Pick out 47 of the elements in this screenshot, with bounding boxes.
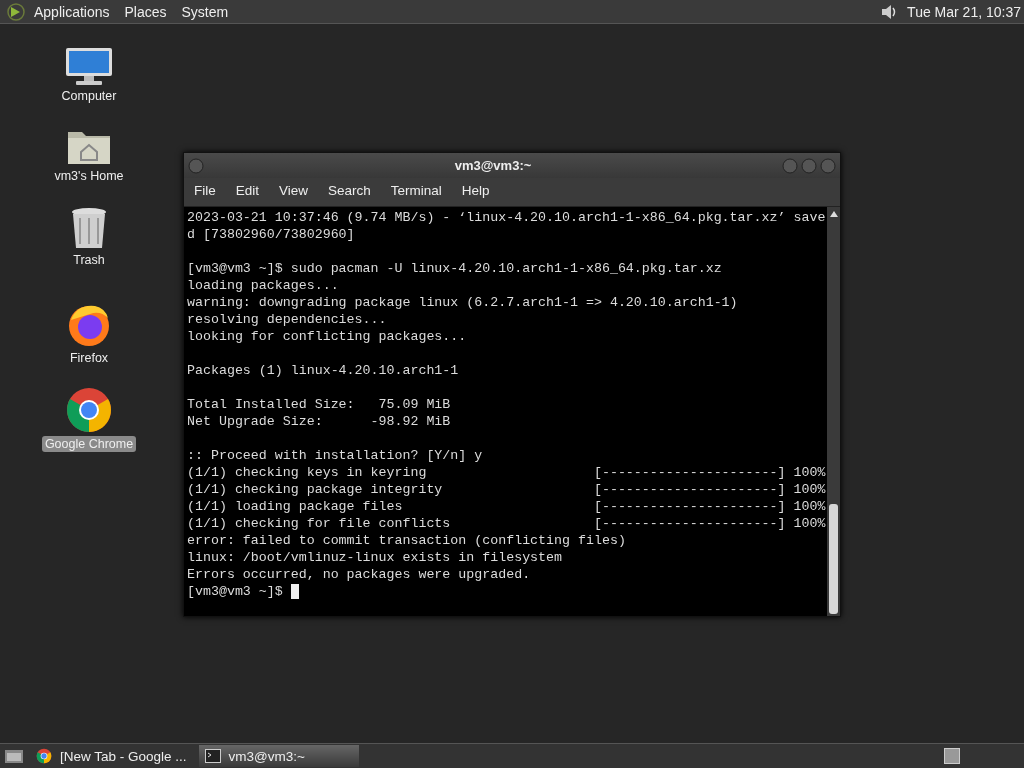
terminal-line: Errors occurred, no packages were upgraded.	[187, 566, 531, 583]
desktop-icon-label[interactable]: Computer	[58, 88, 120, 104]
browser-circle-icon[interactable]	[65, 386, 113, 434]
terminal-line: Packages (1) linux-4.20.10.arch1-1	[187, 362, 459, 379]
terminal-line: linux: /boot/vmlinuz-linux exists in filesystem	[187, 549, 563, 566]
terminal-line: [vm3@vm3 ~]$ sudo pacman -U linux-4.20.10.arch1-1-x86_64.pkg.tar.xz	[187, 260, 722, 277]
monitor-icon[interactable]	[64, 46, 114, 86]
scroll-up-icon[interactable]	[828, 210, 839, 218]
terminal-line: (1/1) checking keys in keyring [----------------------] 100%	[187, 464, 826, 481]
desktop-icon-label[interactable]: Firefox	[66, 350, 112, 366]
browser-circle-icon	[36, 748, 52, 764]
terminal-line: (1/1) checking for file conflicts [----------------------] 100%	[187, 515, 826, 532]
terminal-prompt: [vm3@vm3 ~]$	[187, 583, 284, 600]
desktop-icon-label[interactable]: vm3's Home	[51, 168, 127, 184]
clock[interactable]: Tue Mar 21, 10:37	[907, 3, 1021, 20]
menu-item[interactable]: Terminal	[390, 182, 442, 198]
terminal-line: 2023-03-21 10:37:46 (9.74 MB/s) - ‘linux-4.20.10.arch1-1-x86_64.pkg.tar.xz’ save	[187, 209, 826, 226]
desktop-icon-label[interactable]: Trash	[70, 252, 108, 268]
menu-item[interactable]: Edit	[235, 182, 260, 198]
terminal-icon	[204, 749, 221, 763]
terminal-line: (1/1) checking package integrity [----------------------] 100%	[187, 481, 826, 498]
scrollbar[interactable]	[827, 207, 840, 616]
terminal-line: resolving dependencies...	[187, 311, 387, 328]
workspace-switcher[interactable]	[944, 748, 960, 764]
show-desktop-icon[interactable]	[4, 747, 24, 765]
menu-item[interactable]: Help	[461, 182, 490, 198]
panel-menu[interactable]: System	[181, 3, 229, 20]
terminal-line: Net Upgrade Size: -98.92 MiB	[187, 413, 451, 430]
menu-item[interactable]: File	[194, 182, 216, 198]
taskbar-button[interactable]: vm3@vm3:~	[198, 745, 359, 767]
terminal-line: error: failed to commit transaction (conflicting files)	[187, 532, 626, 549]
taskbar-button[interactable]: [New Tab - Google ...	[30, 745, 193, 767]
panel-menu[interactable]: Applications	[34, 3, 110, 20]
terminal-line: Total Installed Size: 75.09 MiB	[187, 396, 451, 413]
menu-item[interactable]: Search	[328, 182, 371, 198]
panel-menu[interactable]: Places	[124, 3, 167, 20]
terminal-line: (1/1) loading package files [----------------------] 100%	[187, 498, 826, 515]
scrollbar-thumb[interactable]	[829, 504, 838, 614]
terminal-line: warning: downgrading package linux (6.2.7.arch1-1 => 4.20.10.arch1-1)	[187, 294, 738, 311]
terminal-line: loading packages...	[187, 277, 339, 294]
menu-item[interactable]: View	[279, 182, 309, 198]
trash-icon[interactable]	[70, 206, 108, 250]
terminal-line: :: Proceed with installation? [Y/n] y	[187, 447, 483, 464]
text-cursor	[290, 584, 299, 599]
window-title: vm3@vm3:~	[453, 158, 533, 173]
terminal-line: looking for conflicting packages...	[187, 328, 467, 345]
terminal-line: d [73802960/73802960]	[187, 226, 355, 243]
